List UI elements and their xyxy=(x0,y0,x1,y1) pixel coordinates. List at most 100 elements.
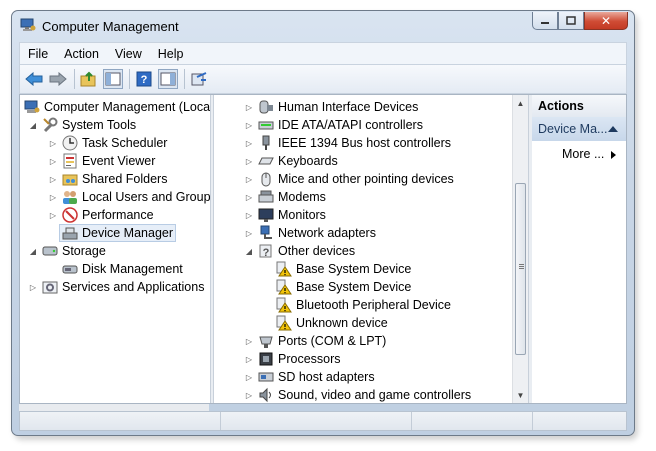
tree-item-root[interactable]: Computer Management (Local xyxy=(24,98,210,116)
device-category-monitors[interactable]: ▷ Monitors xyxy=(244,206,326,224)
computer-management-icon xyxy=(20,18,36,31)
minimize-button[interactable] xyxy=(532,12,558,30)
status-bar xyxy=(19,411,627,431)
expand-arrow-icon[interactable]: ▷ xyxy=(244,210,254,220)
up-one-level-button[interactable] xyxy=(79,69,99,89)
selected-tree-item: Device Manager xyxy=(59,224,177,242)
tree-item-device-manager[interactable]: Device Manager xyxy=(59,224,177,242)
tree-item-disk-management[interactable]: Disk Management xyxy=(62,260,183,278)
expand-arrow-icon[interactable]: ▷ xyxy=(244,372,254,382)
show-hide-action-pane-icon xyxy=(160,72,176,86)
tree-item-performance[interactable]: ▷ Performance xyxy=(48,206,154,224)
menu-view[interactable]: View xyxy=(107,47,150,61)
expand-arrow-icon[interactable]: ▷ xyxy=(244,354,254,364)
modem-icon xyxy=(258,189,274,205)
keyboard-icon xyxy=(258,153,274,169)
device-category-label: SD host adapters xyxy=(278,370,375,384)
expand-arrow-icon[interactable]: ▷ xyxy=(244,120,254,130)
ide-controller-icon xyxy=(258,117,274,133)
toolbar: ? xyxy=(19,64,627,94)
device-category-hid[interactable]: ▷ Human Interface Devices xyxy=(244,98,418,116)
device-category-ieee1394[interactable]: ▷ IEEE 1394 Bus host controllers xyxy=(244,134,451,152)
device-item-base-system-1[interactable]: Base System Device xyxy=(276,260,411,278)
expand-arrow-icon[interactable]: ▷ xyxy=(244,156,254,166)
menu-file[interactable]: File xyxy=(20,47,56,61)
device-category-sd[interactable]: ▷ SD host adapters xyxy=(244,368,375,386)
ieee1394-icon xyxy=(258,135,274,151)
expand-arrow-icon[interactable]: ▷ xyxy=(244,336,254,346)
menu-action[interactable]: Action xyxy=(56,47,107,61)
back-button[interactable] xyxy=(24,69,44,89)
warning-device-icon xyxy=(276,297,292,313)
device-category-keyboards[interactable]: ▷ Keyboards xyxy=(244,152,338,170)
expand-arrow-icon[interactable]: ▷ xyxy=(244,138,254,148)
expand-arrow-icon[interactable]: ▷ xyxy=(48,210,58,220)
svg-text:?: ? xyxy=(263,247,270,259)
device-category-modems[interactable]: ▷ Modems xyxy=(244,188,326,206)
maximize-button[interactable] xyxy=(558,12,584,30)
tree-item-shared-folders[interactable]: ▷ Shared Folders xyxy=(48,170,168,188)
scroll-down-arrow-icon[interactable]: ▼ xyxy=(513,387,528,403)
collapse-arrow-icon[interactable]: ◢ xyxy=(244,246,254,256)
expand-arrow-icon[interactable]: ▷ xyxy=(244,390,254,400)
tree-item-label: Shared Folders xyxy=(82,172,168,186)
help-button[interactable]: ? xyxy=(134,69,154,89)
device-category-label: Other devices xyxy=(278,244,356,258)
device-category-ports[interactable]: ▷ Ports (COM & LPT) xyxy=(244,332,386,350)
expand-arrow-icon[interactable]: ▷ xyxy=(48,192,58,202)
expand-arrow-icon[interactable]: ▷ xyxy=(48,156,58,166)
tree-item-system-tools[interactable]: ◢ System Tools xyxy=(28,116,136,134)
tree-item-storage[interactable]: ◢ Storage xyxy=(28,242,106,260)
scroll-up-arrow-icon[interactable]: ▲ xyxy=(513,95,528,111)
tree-item-event-viewer[interactable]: ▷ Event Viewer xyxy=(48,152,155,170)
expand-arrow-icon[interactable]: ▷ xyxy=(48,138,58,148)
expand-arrow-icon[interactable]: ▷ xyxy=(244,174,254,184)
device-category-ide[interactable]: ▷ IDE ATA/ATAPI controllers xyxy=(244,116,423,134)
more-actions-link[interactable]: More ... xyxy=(562,147,604,161)
collapse-arrow-icon[interactable]: ◢ xyxy=(28,120,38,130)
device-item-bluetooth[interactable]: Bluetooth Peripheral Device xyxy=(276,296,451,314)
forward-button[interactable] xyxy=(48,69,68,89)
collapse-arrow-icon[interactable]: ◢ xyxy=(28,246,38,256)
actions-section-label: Device Ma... xyxy=(538,122,608,136)
close-button[interactable]: ✕ xyxy=(584,12,628,30)
device-category-sound[interactable]: ▷ Sound, video and game controllers xyxy=(244,386,471,403)
device-manager-icon xyxy=(62,225,78,241)
sd-adapter-icon xyxy=(258,369,274,385)
properties-icon xyxy=(191,72,207,86)
device-category-mice[interactable]: ▷ Mice and other pointing devices xyxy=(244,170,454,188)
tree-item-services[interactable]: ▷ Services and Applications xyxy=(28,278,205,296)
show-hide-action-pane-button[interactable] xyxy=(158,69,178,89)
tree-item-task-scheduler[interactable]: ▷ Task Scheduler xyxy=(48,134,167,152)
expand-arrow-icon[interactable]: ▷ xyxy=(28,282,38,292)
device-category-other[interactable]: ◢ ? Other devices xyxy=(244,242,355,260)
title-bar[interactable]: Computer Management ✕ xyxy=(12,11,634,41)
expand-arrow-icon[interactable]: ▷ xyxy=(244,102,254,112)
tree-item-label: System Tools xyxy=(62,118,137,132)
tree-item-local-users[interactable]: ▷ Local Users and Groups xyxy=(48,188,210,206)
scrollbar-thumb[interactable] xyxy=(515,183,526,355)
device-item-base-system-2[interactable]: Base System Device xyxy=(276,278,411,296)
device-list-scrollbar[interactable]: ▲ ▼ xyxy=(512,95,528,403)
status-cell xyxy=(20,412,221,430)
device-item-label: Base System Device xyxy=(296,262,412,276)
collapse-triangle-icon[interactable] xyxy=(608,126,618,132)
device-category-label: Human Interface Devices xyxy=(278,100,419,114)
performance-icon xyxy=(62,207,78,223)
expand-arrow-icon[interactable]: ▷ xyxy=(244,228,254,238)
console-tree-horizontal-scrollbar[interactable] xyxy=(19,404,209,411)
actions-section-device-manager[interactable]: Device Ma... xyxy=(532,117,626,141)
device-category-network[interactable]: ▷ Network adapters xyxy=(244,224,376,242)
device-item-unknown[interactable]: Unknown device xyxy=(276,314,388,332)
device-category-label: Keyboards xyxy=(278,154,338,168)
expand-arrow-icon[interactable]: ▷ xyxy=(244,192,254,202)
console-tree: Computer Management (Local ◢ System Tool… xyxy=(20,95,210,403)
device-category-processors[interactable]: ▷ Processors xyxy=(244,350,341,368)
expand-arrow-icon[interactable]: ▷ xyxy=(48,174,58,184)
toolbar-separator xyxy=(184,69,185,89)
tree-item-label: Event Viewer xyxy=(82,154,156,168)
show-hide-console-tree-button[interactable] xyxy=(103,69,123,89)
content-area: Computer Management (Local ◢ System Tool… xyxy=(19,94,627,404)
menu-help[interactable]: Help xyxy=(150,47,192,61)
properties-button[interactable] xyxy=(189,69,209,89)
